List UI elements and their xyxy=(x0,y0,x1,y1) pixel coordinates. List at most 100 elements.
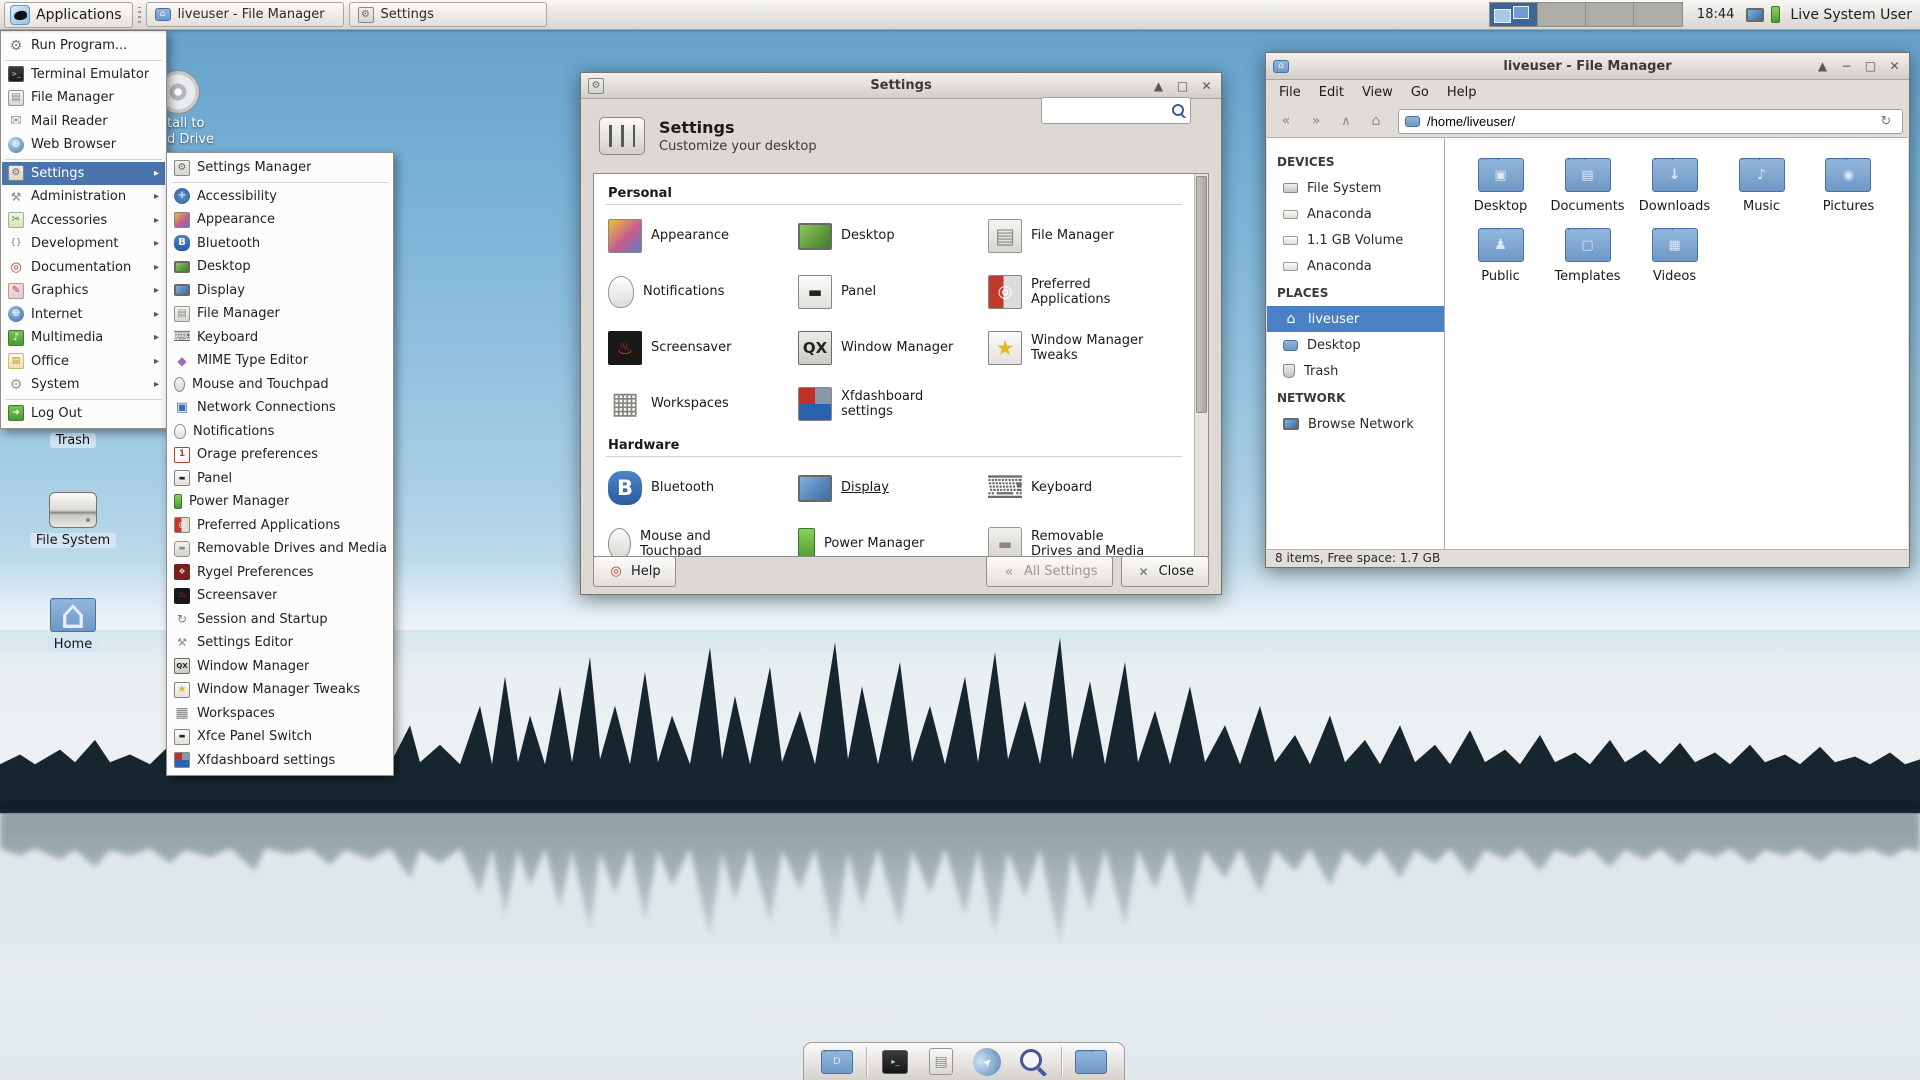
app-menu-item-log-out[interactable]: ➜ Log Out xyxy=(2,402,165,426)
app-menu-item-documentation[interactable]: ◎ Documentation ▸ xyxy=(2,256,165,280)
sidebar-item-file-system[interactable]: File System xyxy=(1267,175,1444,201)
workspace-1[interactable] xyxy=(1489,3,1538,26)
settings-item-power-manager[interactable]: Power Manager xyxy=(796,516,986,556)
settings-submenu-item-network-connections[interactable]: ▣ Network Connections xyxy=(168,396,392,420)
up-button[interactable]: ∧ xyxy=(1332,109,1360,134)
settings-submenu-item-window-manager-tweaks[interactable]: ★ Window Manager Tweaks xyxy=(168,678,392,702)
settings-submenu-item-preferred-applications[interactable]: ◎ Preferred Applications xyxy=(168,514,392,538)
settings-submenu-item-workspaces[interactable]: ▦ Workspaces xyxy=(168,702,392,726)
app-menu-item-office[interactable]: ▤ Office ▸ xyxy=(2,350,165,374)
settings-item-notifications[interactable]: Notifications xyxy=(606,264,796,320)
settings-item-bluetooth[interactable]: B Bluetooth xyxy=(606,460,796,516)
settings-window-titlebar[interactable]: ⚙ Settings ▲ □ ✕ xyxy=(581,73,1221,99)
sidebar-item-desktop[interactable]: Desktop xyxy=(1267,332,1444,358)
dock-web-browser-button[interactable]: ➤ xyxy=(967,1041,1007,1080)
app-menu-item-multimedia[interactable]: ♪ Multimedia ▸ xyxy=(2,326,165,350)
app-menu-item-accessories[interactable]: ✂ Accessories ▸ xyxy=(2,209,165,233)
maximize-button[interactable]: □ xyxy=(1863,59,1878,73)
settings-submenu-item-panel[interactable]: ▬ Panel xyxy=(168,467,392,491)
settings-submenu-item-rygel-preferences[interactable]: ❖ Rygel Preferences xyxy=(168,561,392,585)
settings-submenu-item-settings-manager[interactable]: ⚙ Settings Manager xyxy=(168,156,392,180)
file-downloads[interactable]: ↓ Downloads xyxy=(1639,158,1710,214)
settings-item-workspaces[interactable]: ▦ Workspaces xyxy=(606,376,796,432)
file-documents[interactable]: ▤ Documents xyxy=(1550,158,1625,214)
settings-submenu-item-window-manager[interactable]: QX Window Manager xyxy=(168,655,392,679)
app-menu-item-terminal-emulator[interactable]: >_ Terminal Emulator xyxy=(2,63,165,87)
app-menu-item-web-browser[interactable]: ⊕ Web Browser xyxy=(2,133,165,157)
sidebar-item-liveuser[interactable]: ⌂ liveuser xyxy=(1267,306,1444,332)
app-menu-item-development[interactable]: {} Development ▸ xyxy=(2,232,165,256)
file-videos[interactable]: ▦ Videos xyxy=(1651,228,1698,284)
settings-submenu-item-file-manager[interactable]: ▤ File Manager xyxy=(168,302,392,326)
reload-button[interactable]: ↻ xyxy=(1876,111,1896,131)
dock-folder-button[interactable] xyxy=(1074,1046,1108,1078)
app-menu-item-system[interactable]: ⚙ System ▸ xyxy=(2,373,165,397)
menu-edit[interactable]: Edit xyxy=(1310,82,1353,103)
settings-submenu-item-keyboard[interactable]: ⌨ Keyboard xyxy=(168,326,392,350)
settings-item-appearance[interactable]: Appearance xyxy=(606,208,796,264)
app-menu-item-mail-reader[interactable]: ✉ Mail Reader xyxy=(2,110,165,134)
workspace-3[interactable] xyxy=(1585,3,1634,26)
path-input[interactable] xyxy=(1427,113,1869,129)
sidebar-item-trash[interactable]: Trash xyxy=(1267,358,1444,384)
dock-desktop-folder-button[interactable]: D xyxy=(820,1046,854,1078)
file-public[interactable]: ♟ Public xyxy=(1477,228,1524,284)
app-menu-item-settings[interactable]: ⚙ Settings ▸ xyxy=(2,161,165,185)
file-templates[interactable]: ▢ Templates xyxy=(1554,228,1621,284)
task-button-settings[interactable]: ⚙ Settings xyxy=(348,2,547,27)
settings-submenu-item-xfce-panel-switch[interactable]: ▬ Xfce Panel Switch xyxy=(168,725,392,749)
settings-submenu-item-power-manager[interactable]: Power Manager xyxy=(168,490,392,514)
sidebar-item-anaconda[interactable]: Anaconda xyxy=(1267,253,1444,279)
forward-button[interactable]: » xyxy=(1302,109,1330,134)
settings-item-screensaver[interactable]: ♨ Screensaver xyxy=(606,320,796,376)
close-button[interactable]: ✕ xyxy=(1199,79,1214,93)
settings-item-preferred-applications[interactable]: ◎ Preferred Applications xyxy=(986,264,1176,320)
maximize-button[interactable]: □ xyxy=(1175,79,1190,93)
app-menu-item-file-manager[interactable]: ▤ File Manager xyxy=(2,86,165,110)
settings-item-xfdashboard-settings[interactable]: Xfdashboard settings xyxy=(796,376,986,432)
app-menu-item-internet[interactable]: ⊕ Internet ▸ xyxy=(2,303,165,327)
shade-button[interactable]: ▲ xyxy=(1151,79,1166,93)
home-button[interactable]: ⌂ xyxy=(1362,109,1390,134)
menu-view[interactable]: View xyxy=(1353,82,1402,103)
workspace-4[interactable] xyxy=(1633,3,1682,26)
file-pictures[interactable]: ◉ Pictures xyxy=(1823,158,1874,214)
settings-submenu-item-desktop[interactable]: Desktop xyxy=(168,255,392,279)
dock-terminal-button[interactable]: ▸_ xyxy=(878,1046,912,1078)
sidebar-item-1-1-gb-volume[interactable]: 1.1 GB Volume xyxy=(1267,227,1444,253)
settings-submenu-item-appearance[interactable]: Appearance xyxy=(168,208,392,232)
task-button-liveuser-file-manager[interactable]: ⌂ liveuser - File Manager xyxy=(145,2,344,27)
back-button[interactable]: « xyxy=(1272,109,1300,134)
dock-file-manager-button[interactable]: ▤ xyxy=(924,1046,958,1078)
close-button[interactable]: ✕ Close xyxy=(1120,556,1209,587)
minimize-button[interactable]: − xyxy=(1839,59,1854,73)
help-button[interactable]: ◎ Help xyxy=(593,556,676,587)
settings-item-display[interactable]: Display xyxy=(796,460,986,516)
settings-item-window-manager[interactable]: QX Window Manager xyxy=(796,320,986,376)
shade-button[interactable]: ▲ xyxy=(1815,59,1830,73)
clock[interactable]: 18:44 xyxy=(1697,7,1734,22)
settings-item-panel[interactable]: ▬ Panel xyxy=(796,264,986,320)
settings-item-removable-drives-and-media[interactable]: ▬ Removable Drives and Media xyxy=(986,516,1176,556)
settings-submenu-item-session-and-startup[interactable]: ↻ Session and Startup xyxy=(168,608,392,632)
settings-submenu-item-settings-editor[interactable]: ⚒ Settings Editor xyxy=(168,631,392,655)
settings-submenu-item-notifications[interactable]: Notifications xyxy=(168,420,392,444)
sidebar-item-browse-network[interactable]: Browse Network xyxy=(1267,411,1444,437)
settings-search-input[interactable] xyxy=(1046,103,1171,118)
menu-help[interactable]: Help xyxy=(1438,82,1486,103)
settings-submenu-item-mime-type-editor[interactable]: ◆ MIME Type Editor xyxy=(168,349,392,373)
settings-item-desktop[interactable]: Desktop xyxy=(796,208,986,264)
file-music[interactable]: ♪ Music xyxy=(1738,158,1785,214)
settings-item-keyboard[interactable]: ⌨ Keyboard xyxy=(986,460,1176,516)
app-menu-item-run-program[interactable]: ⚙ Run Program... xyxy=(2,34,165,58)
desktop-icon-install-to-hard-drive[interactable]: tall to d Drive xyxy=(156,70,296,147)
settings-submenu-item-xfdashboard-settings[interactable]: Xfdashboard settings xyxy=(168,749,392,773)
app-menu-item-administration[interactable]: ⚒ Administration ▸ xyxy=(2,185,165,209)
close-button[interactable]: ✕ xyxy=(1887,59,1902,73)
file-manager-titlebar[interactable]: ⌂ liveuser - File Manager ▲ − □ ✕ xyxy=(1266,53,1909,80)
settings-submenu-item-accessibility[interactable]: ✛ Accessibility xyxy=(168,185,392,209)
settings-submenu-item-display[interactable]: Display xyxy=(168,279,392,303)
settings-submenu-item-screensaver[interactable]: ♨ Screensaver xyxy=(168,584,392,608)
settings-submenu-item-removable-drives-and-media[interactable]: ▬ Removable Drives and Media xyxy=(168,537,392,561)
workspace-2[interactable] xyxy=(1537,3,1586,26)
